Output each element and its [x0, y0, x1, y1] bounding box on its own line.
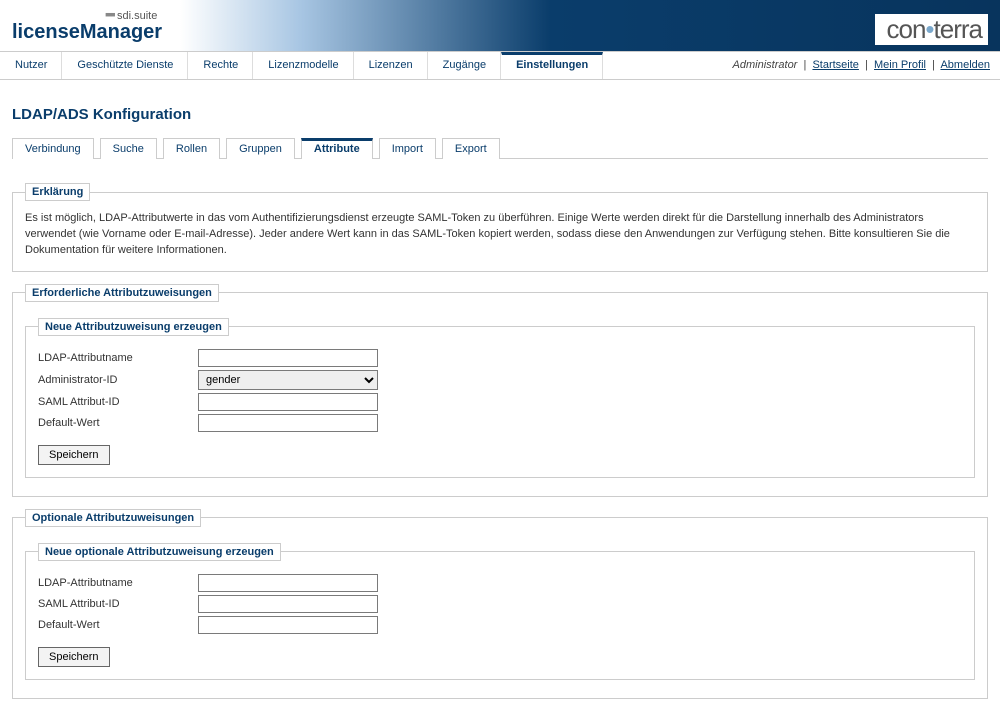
suite-label: ▪▪▪ sdi.suite — [105, 6, 157, 22]
tab-label: Geschützte Dienste — [77, 59, 173, 71]
subtab-suche[interactable]: Suche — [100, 138, 157, 159]
link-mein-profil[interactable]: Mein Profil — [874, 59, 926, 71]
tab-einstellungen[interactable]: Einstellungen — [501, 52, 603, 79]
label-saml: SAML Attribut-ID — [38, 396, 198, 408]
tab-dienste[interactable]: Geschützte Dienste — [62, 52, 188, 79]
row-admin-id: Administrator-ID gender — [38, 370, 962, 390]
tab-label: Zugänge — [443, 59, 486, 71]
label-ldap: LDAP-Attributname — [38, 352, 198, 364]
label-default-opt: Default-Wert — [38, 619, 198, 631]
subtab-export[interactable]: Export — [442, 138, 500, 159]
subtab-label: Rollen — [176, 143, 207, 155]
label-admin-id: Administrator-ID — [38, 374, 198, 386]
fieldset-optional-new: Neue optionale Attributzuweisung erzeuge… — [25, 543, 975, 680]
subtab-import[interactable]: Import — [379, 138, 436, 159]
subtab-label: Gruppen — [239, 143, 282, 155]
app-title: licenseManager — [12, 21, 162, 44]
user-area: Administrator | Startseite | Mein Profil… — [723, 52, 1000, 79]
content-area: Erklärung Es ist möglich, LDAP-Attributw… — [0, 159, 1000, 717]
link-startseite[interactable]: Startseite — [812, 59, 858, 71]
tab-label: Rechte — [203, 59, 238, 71]
legend-optional-new: Neue optionale Attributzuweisung erzeuge… — [38, 543, 281, 561]
input-default-wert[interactable] — [198, 414, 378, 432]
legend-required: Erforderliche Attributzuweisungen — [25, 284, 219, 302]
input-saml-attribut-id[interactable] — [198, 393, 378, 411]
select-administrator-id[interactable]: gender — [198, 370, 378, 390]
tab-lizenzmodelle[interactable]: Lizenzmodelle — [253, 52, 353, 79]
row-ldap: LDAP-Attributname — [38, 349, 962, 367]
label-saml-opt: SAML Attribut-ID — [38, 598, 198, 610]
row-default: Default-Wert — [38, 414, 962, 432]
explain-text: Es ist möglich, LDAP-Attributwerte in da… — [25, 211, 975, 259]
subtab-label: Attribute — [314, 143, 360, 155]
label-ldap-opt: LDAP-Attributname — [38, 577, 198, 589]
input-ldap-attributname-opt[interactable] — [198, 574, 378, 592]
subtab-label: Import — [392, 143, 423, 155]
brand-part-b: terra — [934, 14, 982, 44]
fieldset-explain: Erklärung Es ist möglich, LDAP-Attributw… — [12, 183, 988, 272]
page-title: LDAP/ADS Konfiguration — [12, 106, 1000, 123]
app-header: ▪▪▪ sdi.suite licenseManager con•terra — [0, 0, 1000, 52]
tab-label: Nutzer — [15, 59, 47, 71]
legend-optional: Optionale Attributzuweisungen — [25, 509, 201, 527]
fieldset-optional: Optionale Attributzuweisungen Neue optio… — [12, 509, 988, 699]
save-button-optional[interactable]: Speichern — [38, 647, 110, 667]
row-saml-opt: SAML Attribut-ID — [38, 595, 962, 613]
tab-label: Lizenzmodelle — [268, 59, 338, 71]
link-abmelden[interactable]: Abmelden — [940, 59, 990, 71]
label-default: Default-Wert — [38, 417, 198, 429]
row-ldap-opt: LDAP-Attributname — [38, 574, 962, 592]
main-nav: Nutzer Geschützte Dienste Rechte Lizenzm… — [0, 52, 1000, 80]
save-button-required[interactable]: Speichern — [38, 445, 110, 465]
suite-dots-icon: ▪▪▪ — [105, 6, 114, 22]
tab-label: Lizenzen — [369, 59, 413, 71]
legend-explain: Erklärung — [25, 183, 90, 201]
input-saml-attribut-id-opt[interactable] — [198, 595, 378, 613]
fieldset-required: Erforderliche Attributzuweisungen Neue A… — [12, 284, 988, 497]
input-ldap-attributname[interactable] — [198, 349, 378, 367]
tab-label: Einstellungen — [516, 59, 588, 71]
brand-dot-icon: • — [925, 14, 933, 44]
subtab-attribute[interactable]: Attribute — [301, 138, 373, 159]
fieldset-required-new: Neue Attributzuweisung erzeugen LDAP-Att… — [25, 318, 975, 478]
sub-nav: Verbindung Suche Rollen Gruppen Attribut… — [12, 137, 988, 159]
brand-logo: con•terra — [875, 14, 989, 45]
subtab-verbindung[interactable]: Verbindung — [12, 138, 94, 159]
row-default-opt: Default-Wert — [38, 616, 962, 634]
current-user: Administrator — [733, 59, 798, 71]
brand-part-a: con — [887, 14, 926, 44]
tab-lizenzen[interactable]: Lizenzen — [354, 52, 428, 79]
nav-spacer — [603, 52, 722, 79]
tab-zugaenge[interactable]: Zugänge — [428, 52, 501, 79]
subtab-label: Suche — [113, 143, 144, 155]
subtab-rollen[interactable]: Rollen — [163, 138, 220, 159]
input-default-wert-opt[interactable] — [198, 616, 378, 634]
subtab-label: Export — [455, 143, 487, 155]
subtab-label: Verbindung — [25, 143, 81, 155]
legend-required-new: Neue Attributzuweisung erzeugen — [38, 318, 229, 336]
row-saml: SAML Attribut-ID — [38, 393, 962, 411]
tab-nutzer[interactable]: Nutzer — [0, 52, 62, 79]
subtab-gruppen[interactable]: Gruppen — [226, 138, 295, 159]
tab-rechte[interactable]: Rechte — [188, 52, 253, 79]
